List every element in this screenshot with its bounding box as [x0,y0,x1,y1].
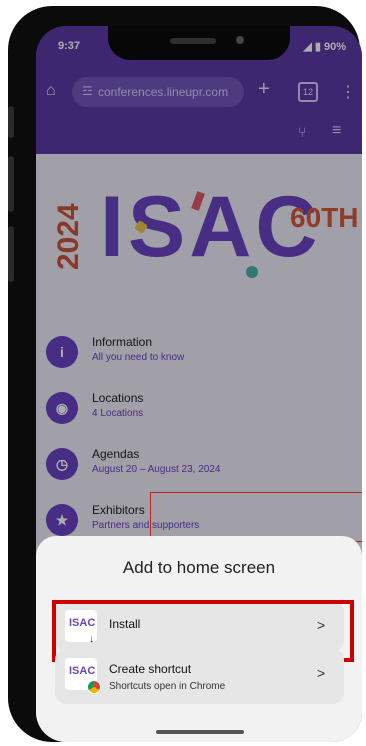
side-button-top [8,106,14,138]
side-button-mid [8,156,14,212]
add-to-home-sheet: Add to home screen ISAC ↓ Install > ISAC… [36,536,362,742]
chrome-badge-icon [87,680,101,694]
shortcut-subtitle: Shortcuts open in Chrome [109,681,226,692]
side-button-low [8,226,14,282]
phone-frame: 9:37 ◢ ▮ 90% ⌂ ☲ conferences.lineupr.com… [8,6,362,742]
highlight-outline [150,492,362,542]
gesture-bar[interactable] [156,730,244,734]
screen: 9:37 ◢ ▮ 90% ⌂ ☲ conferences.lineupr.com… [36,26,362,742]
create-shortcut-option[interactable]: ISAC Create shortcut Shortcuts open in C… [55,648,344,704]
shortcut-label: Create shortcut [109,662,192,676]
chevron-right-icon: > [317,665,326,681]
app-logo-text: ISAC [69,665,96,677]
sheet-title: Add to home screen [122,558,276,577]
